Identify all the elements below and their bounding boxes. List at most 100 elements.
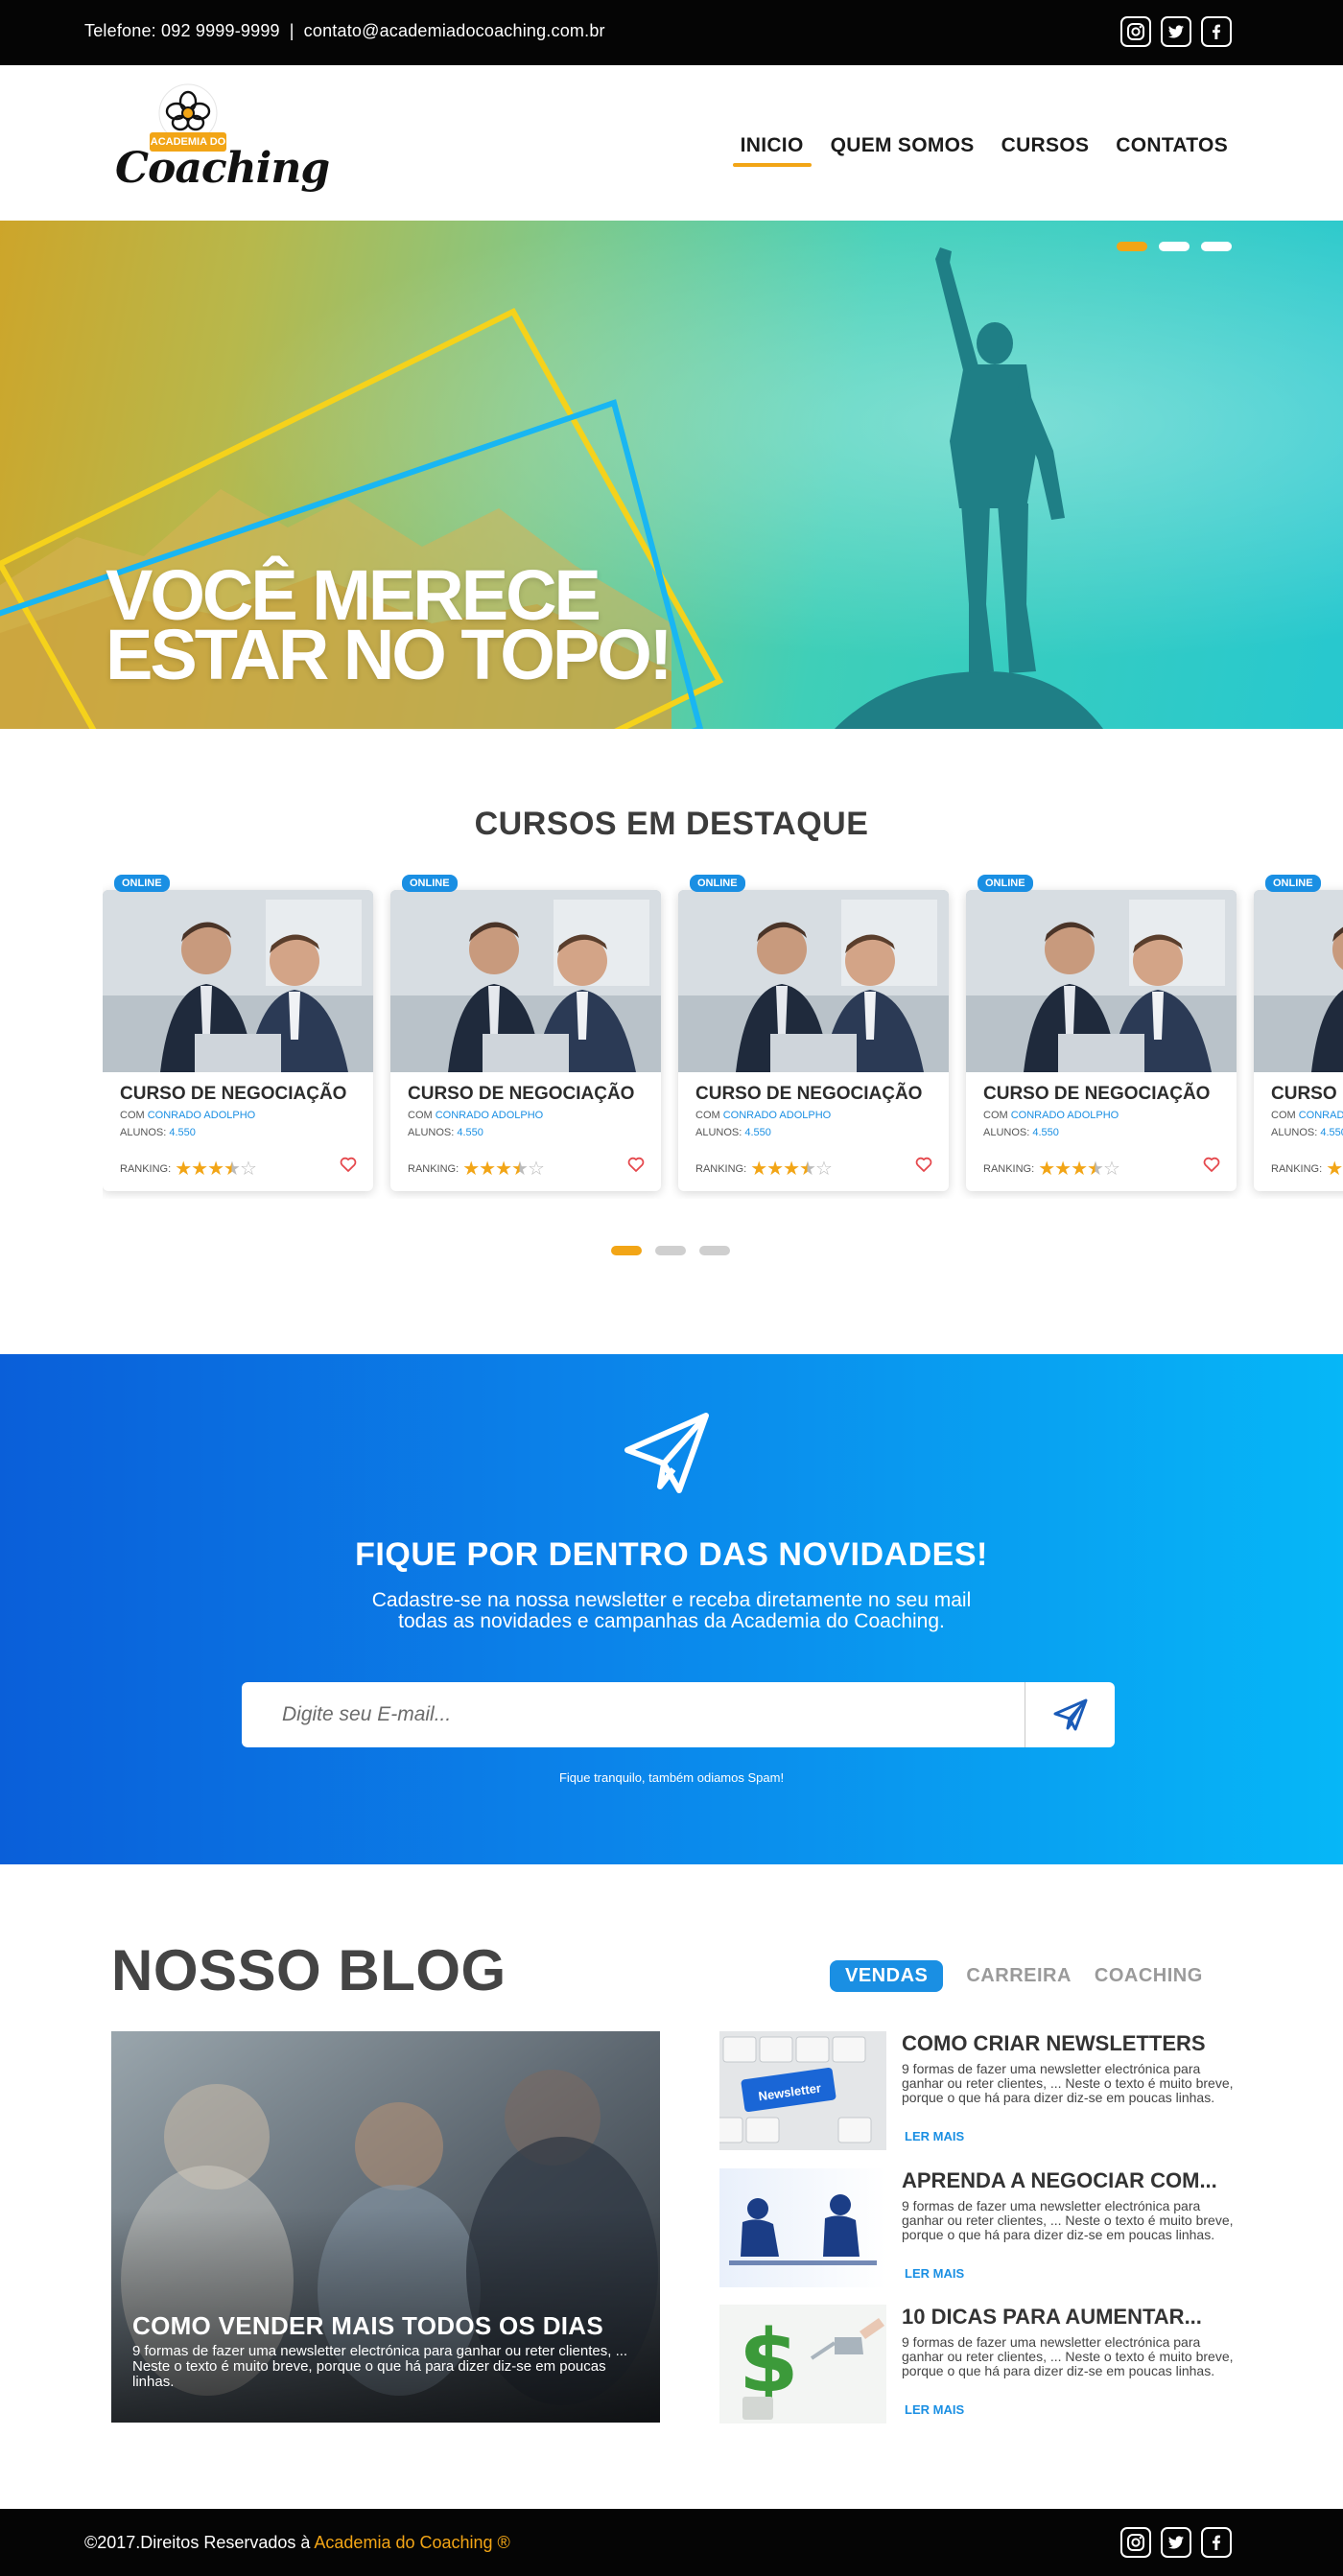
star-empty-icon: ☆ [239, 1159, 257, 1180]
star-full-icon: ★ [175, 1159, 192, 1180]
course-ranking: RANKING:★★★★☆ [983, 1157, 1120, 1181]
star-full-icon: ★ [495, 1159, 512, 1180]
hero-headline: VOCÊ MERECE ESTAR NO TOPO! [106, 560, 672, 694]
star-full-icon: ★ [462, 1159, 480, 1180]
newsletter-submit-button[interactable] [1025, 1682, 1115, 1747]
logo[interactable]: ACADEMIA DO Coaching [115, 82, 330, 205]
course-instructor: COM CONRADO ADOLPHO [983, 1110, 1119, 1121]
star-full-icon: ★ [207, 1159, 224, 1180]
course-title[interactable]: CURSO DE NEGOCIAÇÃO [120, 1084, 346, 1105]
newsletter-spam-note: Fique tranquilo, também odiamos Spam! [558, 1770, 785, 1785]
newsletter-text-line1: Cadastre-se na nossa newsletter e receba… [371, 1589, 972, 1611]
star-full-icon: ★ [783, 1159, 800, 1180]
course-ranking: RANKING:★★★★☆ [408, 1157, 545, 1181]
courses-page-dot-3[interactable] [699, 1246, 730, 1255]
star-half-icon: ★ [224, 1159, 241, 1180]
read-more-link[interactable]: LER MAIS [905, 2402, 964, 2417]
instructor-link[interactable]: CONRADO ADOLPHO [1299, 1110, 1343, 1121]
nav-item-inicio[interactable]: INICIO [732, 134, 812, 167]
twitter-icon[interactable] [1161, 16, 1191, 47]
instructor-link[interactable]: CONRADO ADOLPHO [436, 1110, 543, 1121]
social-links-top [1120, 16, 1232, 47]
nav-item-cursos[interactable]: CURSOS [1001, 134, 1090, 167]
hero-slide-dot-1[interactable] [1117, 242, 1147, 251]
featured-post-title[interactable]: COMO VENDER MAIS TODOS OS DIAS [132, 2311, 603, 2341]
nav-item-quem-somos[interactable]: QUEM SOMOS [831, 134, 975, 167]
read-more-link[interactable]: LER MAIS [905, 2129, 964, 2143]
star-full-icon: ★ [191, 1159, 208, 1180]
post-excerpt: 9 formas de fazer uma newsletter electró… [902, 2334, 1234, 2378]
course-card[interactable]: ONLINE CURSO DE NEGOCIAÇÃO COM CONRADO ADO… [390, 875, 661, 1191]
star-half-icon: ★ [511, 1159, 529, 1180]
email-link[interactable]: contato@academiadocoaching.com.br [304, 21, 605, 41]
post-title[interactable]: APRENDA A NEGOCIAR COM... [902, 2168, 1237, 2193]
hero-slide-dot-3[interactable] [1201, 242, 1232, 251]
course-title[interactable]: CURSO DE NEGOCIAÇÃO [983, 1084, 1210, 1105]
instructor-link[interactable]: CONRADO ADOLPHO [148, 1110, 255, 1121]
instagram-icon[interactable] [1120, 2527, 1151, 2558]
newsletter-text-line2: todas as novidades e campanhas da Academ… [398, 1610, 945, 1632]
online-badge: ONLINE [402, 875, 458, 892]
course-students: ALUNOS: 4.550 [983, 1127, 1059, 1138]
paper-plane-icon [624, 1413, 709, 1493]
footer-brand-link[interactable]: Academia do Coaching ® [314, 2533, 509, 2552]
course-instructor: COM CONRADO ADOLPHO [120, 1110, 256, 1121]
course-card[interactable]: ONLINE CURSO DE NEGOCIAÇÃO COM CONRADO ADO… [966, 875, 1237, 1191]
courses-page-dot-1[interactable] [611, 1246, 642, 1255]
hero-headline-line2: ESTAR NO TOPO! [106, 615, 672, 694]
course-title[interactable]: CURSO DE NEGOCIAÇÃO [1271, 1084, 1343, 1105]
favorite-heart-icon[interactable] [914, 1155, 933, 1174]
star-empty-icon: ☆ [527, 1159, 545, 1180]
featured-post[interactable]: COMO VENDER MAIS TODOS OS DIAS 9 formas … [111, 2031, 660, 2423]
facebook-icon[interactable] [1201, 16, 1232, 47]
blog-category-tabs: VENDAS CARREIRA COACHING [830, 1960, 1203, 1992]
post-thumbnail-keyboard[interactable]: Newsletter [719, 2031, 886, 2150]
copyright-text: ©2017.Direitos Reservados à [84, 2533, 311, 2552]
instructor-link[interactable]: CONRADO ADOLPHO [723, 1110, 831, 1121]
hero-banner: VOCÊ MERECE ESTAR NO TOPO! [0, 221, 1343, 729]
course-card[interactable]: ONLINE CURSO DE NEGOCIAÇÃO COM CONRADO ADO… [678, 875, 949, 1191]
top-bar: Telefone: 092 9999-9999 | contato@academia… [0, 0, 1343, 65]
favorite-heart-icon[interactable] [1202, 1155, 1221, 1174]
ranking-label: RANKING: [408, 1162, 459, 1175]
course-students: ALUNOS: 4.550 [1271, 1127, 1343, 1138]
post-thumbnail-negotiation[interactable] [719, 2168, 886, 2287]
tab-vendas[interactable]: VENDAS [830, 1960, 944, 1992]
course-photo [390, 890, 661, 1072]
star-full-icon: ★ [1038, 1159, 1055, 1180]
nav-item-contatos[interactable]: CONTATOS [1116, 134, 1228, 167]
tab-coaching[interactable]: COACHING [1095, 1965, 1203, 1987]
star-full-icon: ★ [766, 1159, 784, 1180]
hero-slide-dot-2[interactable] [1159, 242, 1190, 251]
favorite-heart-icon[interactable] [339, 1155, 358, 1174]
favorite-heart-icon[interactable] [626, 1155, 646, 1174]
post-title[interactable]: COMO CRIAR NEWSLETTERS [902, 2031, 1237, 2056]
star-full-icon: ★ [479, 1159, 496, 1180]
post-excerpt: 9 formas de fazer uma newsletter electró… [902, 2061, 1234, 2105]
course-card[interactable]: ONLINE CURSO DE NEGOCIAÇÃO COM CONRADO ADO… [1254, 875, 1343, 1191]
instagram-icon[interactable] [1120, 16, 1151, 47]
twitter-icon[interactable] [1161, 2527, 1191, 2558]
newsletter-email-input[interactable] [242, 1682, 1025, 1747]
rating-stars: ★★★★☆ [750, 1157, 833, 1181]
tab-carreira[interactable]: CARREIRA [966, 1965, 1072, 1987]
course-title[interactable]: CURSO DE NEGOCIAÇÃO [695, 1084, 922, 1105]
post-thumbnail-money-plant[interactable]: $ [719, 2305, 886, 2424]
course-title[interactable]: CURSO DE NEGOCIAÇÃO [408, 1084, 634, 1105]
courses-page-dot-2[interactable] [655, 1246, 686, 1255]
course-photo [678, 890, 949, 1072]
courses-section-title: CURSOS EM DESTAQUE [474, 806, 869, 842]
course-card[interactable]: ONLINE CURSO DE NEGOCIAÇÃO COM CONRADO ADO… [103, 875, 373, 1191]
course-photo [103, 890, 373, 1072]
post-title[interactable]: 10 DICAS PARA AUMENTAR... [902, 2305, 1237, 2330]
read-more-link[interactable]: LER MAIS [905, 2266, 964, 2281]
newsletter-section: FIQUE POR DENTRO DAS NOVIDADES! Cadastre… [0, 1354, 1343, 1864]
blog-post-item: Newsletter COMO CRIAR NEWSLETTERS 9 form… [719, 2031, 1237, 2150]
footer-copyright: ©2017.Direitos Reservados à Academia do … [84, 2533, 510, 2553]
ranking-label: RANKING: [120, 1162, 172, 1175]
newsletter-title: FIQUE POR DENTRO DAS NOVIDADES! [355, 1536, 988, 1573]
course-ranking: RANKING:★★★★☆ [1271, 1157, 1343, 1181]
instructor-link[interactable]: CONRADO ADOLPHO [1011, 1110, 1119, 1121]
blog-section-title: NOSSO BLOG [111, 1938, 507, 2002]
facebook-icon[interactable] [1201, 2527, 1232, 2558]
